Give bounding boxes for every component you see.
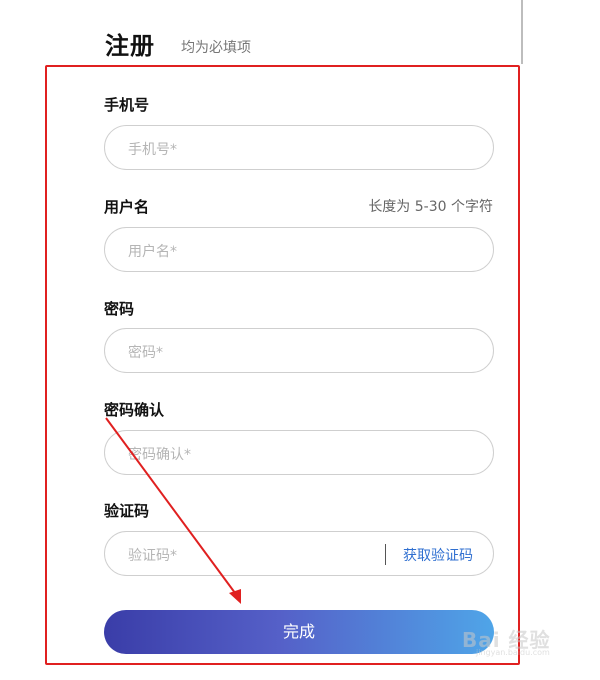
phone-placeholder: 手机号* [128, 142, 177, 158]
verify-code-placeholder: 验证码* [128, 548, 177, 564]
username-label: 用户名 [104, 198, 150, 216]
phone-label: 手机号 [104, 96, 150, 114]
verify-code-divider [385, 544, 386, 565]
username-input[interactable]: 用户名* [104, 227, 494, 272]
baidu-jingyan-watermark: Bai 经验 jingyan.baidu.com [462, 622, 572, 658]
get-verify-code-button[interactable]: 获取验证码 [403, 545, 473, 565]
password-placeholder: 密码* [128, 345, 163, 361]
page-subtitle: 均为必填项 [181, 40, 251, 56]
verify-code-label: 验证码 [104, 502, 150, 520]
verify-code-input[interactable]: 验证码* 获取验证码 [104, 531, 494, 576]
scrollbar-edge [521, 0, 523, 64]
watermark-sub: jingyan.baidu.com [476, 648, 550, 657]
username-placeholder: 用户名* [128, 244, 177, 260]
password-input[interactable]: 密码* [104, 328, 494, 373]
submit-button[interactable]: 完成 [104, 610, 494, 654]
password-label: 密码 [104, 300, 135, 318]
password-confirm-placeholder: 密码确认* [128, 447, 191, 463]
username-hint: 长度为 5-30 个字符 [368, 199, 493, 215]
password-confirm-input[interactable]: 密码确认* [104, 430, 494, 475]
registration-page: 注册 均为必填项 手机号 手机号* 用户名 长度为 5-30 个字符 用户名* … [0, 0, 600, 680]
password-confirm-label: 密码确认 [104, 401, 165, 419]
phone-input[interactable]: 手机号* [104, 125, 494, 170]
page-title: 注册 [105, 32, 155, 60]
